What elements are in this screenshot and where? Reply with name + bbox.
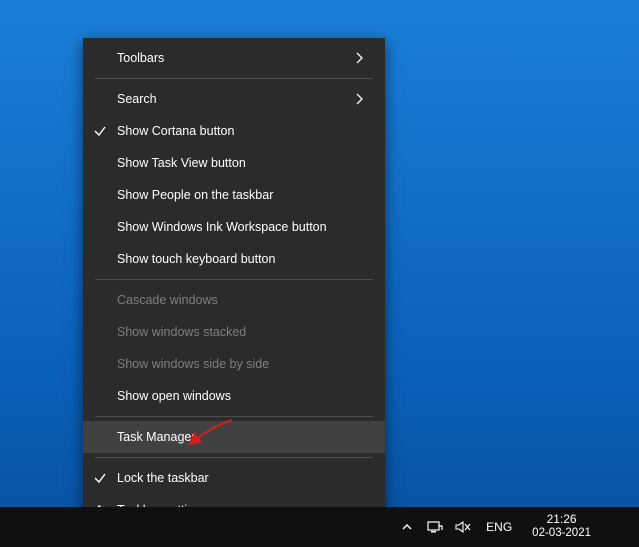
clock-time: 21:26 (532, 513, 591, 527)
menu-label: Show windows stacked (117, 325, 349, 339)
menu-item-search[interactable]: Search (83, 83, 385, 115)
language-indicator[interactable]: ENG (482, 520, 516, 534)
menu-label: Show touch keyboard button (117, 252, 349, 266)
menu-separator (95, 279, 373, 280)
menu-item-toolbars[interactable]: Toolbars (83, 42, 385, 74)
check-icon (83, 471, 117, 485)
system-tray: ENG 21:26 02-03-2021 (390, 507, 635, 547)
menu-label: Cascade windows (117, 293, 349, 307)
tray-chevron-up-icon[interactable] (398, 518, 416, 536)
menu-item-show-ink-workspace[interactable]: Show Windows Ink Workspace button (83, 211, 385, 243)
action-center-icon[interactable] (607, 518, 627, 536)
menu-item-task-manager[interactable]: Task Manager (83, 421, 385, 453)
clock-date: 02-03-2021 (532, 527, 591, 540)
menu-label: Task Manager (117, 430, 349, 444)
menu-separator (95, 416, 373, 417)
menu-label: Show People on the taskbar (117, 188, 349, 202)
menu-separator (95, 457, 373, 458)
check-icon (83, 124, 117, 138)
menu-label: Show Windows Ink Workspace button (117, 220, 349, 234)
menu-separator (95, 78, 373, 79)
menu-item-show-people[interactable]: Show People on the taskbar (83, 179, 385, 211)
taskbar-clock[interactable]: 21:26 02-03-2021 (526, 513, 597, 540)
menu-item-show-touch-keyboard[interactable]: Show touch keyboard button (83, 243, 385, 275)
menu-label: Show open windows (117, 389, 349, 403)
menu-item-cascade-windows: Cascade windows (83, 284, 385, 316)
taskbar: ENG 21:26 02-03-2021 (0, 507, 639, 547)
menu-label: Toolbars (117, 51, 349, 65)
menu-label: Show windows side by side (117, 357, 349, 371)
menu-item-show-cortana-button[interactable]: Show Cortana button (83, 115, 385, 147)
menu-label: Show Cortana button (117, 124, 349, 138)
taskbar-context-menu: Toolbars Search Show Cortana button Show… (83, 38, 385, 532)
menu-item-show-task-view-button[interactable]: Show Task View button (83, 147, 385, 179)
menu-item-lock-taskbar[interactable]: Lock the taskbar (83, 462, 385, 494)
menu-label: Search (117, 92, 349, 106)
chevron-right-icon (349, 93, 369, 105)
volume-muted-icon[interactable] (454, 518, 472, 536)
menu-item-windows-stacked: Show windows stacked (83, 316, 385, 348)
menu-label: Show Task View button (117, 156, 349, 170)
network-icon[interactable] (426, 518, 444, 536)
menu-item-show-open-windows[interactable]: Show open windows (83, 380, 385, 412)
chevron-right-icon (349, 52, 369, 64)
menu-item-windows-side-by-side: Show windows side by side (83, 348, 385, 380)
menu-label: Lock the taskbar (117, 471, 349, 485)
